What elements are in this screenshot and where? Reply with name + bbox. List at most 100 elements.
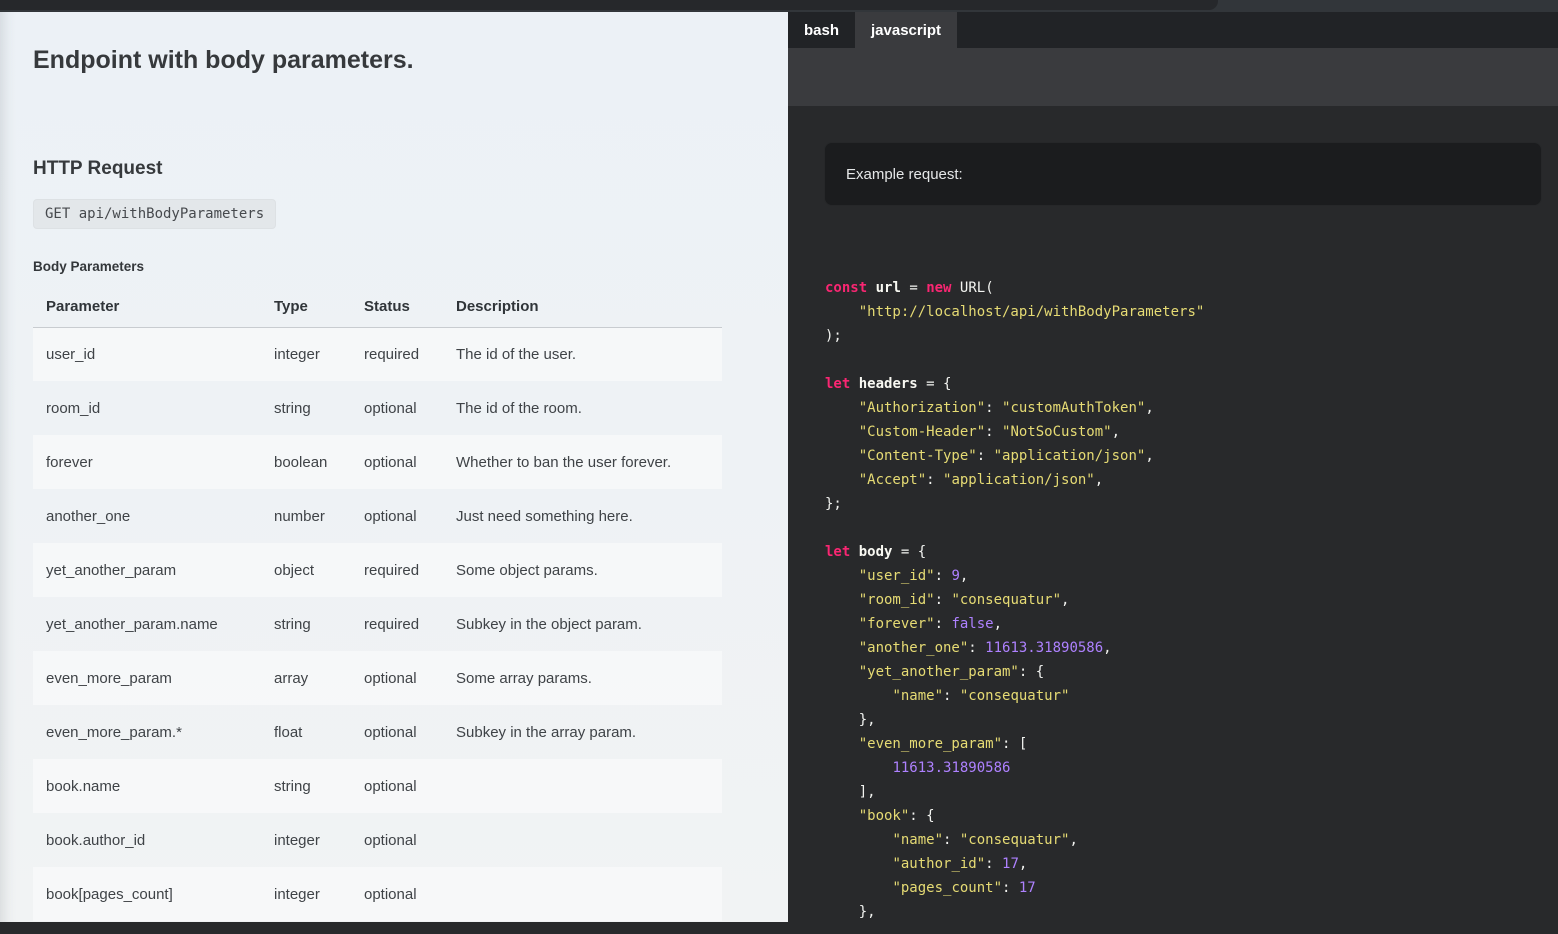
code-line: "Authorization": "customAuthToken",	[825, 396, 1558, 420]
table-cell	[443, 813, 722, 867]
table-cell: string	[261, 597, 351, 651]
code-line: ],	[825, 780, 1558, 804]
body-parameters-table: ParameterTypeStatusDescription user_idin…	[33, 287, 722, 921]
code-line: },	[825, 900, 1558, 924]
selected-tab-band	[788, 48, 1558, 106]
table-cell: integer	[261, 867, 351, 921]
table-cell: another_one	[33, 489, 261, 543]
table-cell: optional	[351, 705, 443, 759]
table-cell: yet_another_param	[33, 543, 261, 597]
code-line: let body = {	[825, 540, 1558, 564]
code-line: );	[825, 324, 1558, 348]
code-line: "another_one": 11613.31890586,	[825, 636, 1558, 660]
code-line: "book": {	[825, 804, 1558, 828]
table-cell: string	[261, 381, 351, 435]
table-cell: Some array params.	[443, 651, 722, 705]
endpoint-badge: GET api/withBodyParameters	[33, 199, 276, 229]
example-request-label: Example request:	[846, 166, 963, 183]
example-request-code: const url = new URL( "http://localhost/a…	[825, 276, 1558, 924]
table-cell: yet_another_param.name	[33, 597, 261, 651]
page-title: Endpoint with body parameters.	[33, 45, 788, 75]
code-line: "Content-Type": "application/json",	[825, 444, 1558, 468]
table-cell: string	[261, 759, 351, 813]
tab-javascript[interactable]: javascript	[855, 12, 957, 48]
code-line	[825, 516, 1558, 540]
table-row: book.author_idintegeroptional	[33, 813, 722, 867]
code-line: "http://localhost/api/withBodyParameters…	[825, 300, 1558, 324]
table-cell: boolean	[261, 435, 351, 489]
table-row: even_more_param.*floatoptionalSubkey in …	[33, 705, 722, 759]
table-cell	[443, 759, 722, 813]
table-row: yet_another_param.namestringrequiredSubk…	[33, 597, 722, 651]
code-line	[825, 348, 1558, 372]
code-line: "pages_count": 17	[825, 876, 1558, 900]
code-line: "forever": false,	[825, 612, 1558, 636]
code-line: "even_more_param": [	[825, 732, 1558, 756]
table-cell: object	[261, 543, 351, 597]
table-cell: Subkey in the object param.	[443, 597, 722, 651]
code-line: "room_id": "consequatur",	[825, 588, 1558, 612]
code-section: Example request: const url = new URL( "h…	[788, 106, 1558, 934]
table-header-row: ParameterTypeStatusDescription	[33, 287, 722, 327]
table-cell: even_more_param	[33, 651, 261, 705]
table-cell: array	[261, 651, 351, 705]
tab-bash[interactable]: bash	[788, 12, 855, 48]
table-cell: optional	[351, 813, 443, 867]
code-line: "author_id": 17,	[825, 852, 1558, 876]
table-cell: book.author_id	[33, 813, 261, 867]
table-cell: optional	[351, 381, 443, 435]
column-header: Description	[443, 287, 722, 327]
table-row: yet_another_paramobjectrequiredSome obje…	[33, 543, 722, 597]
column-header: Status	[351, 287, 443, 327]
code-line: "Custom-Header": "NotSoCustom",	[825, 420, 1558, 444]
column-header: Parameter	[33, 287, 261, 327]
code-line: "user_id": 9,	[825, 564, 1558, 588]
example-code-panel: bashjavascript Example request: const ur…	[788, 12, 1558, 922]
table-cell: integer	[261, 813, 351, 867]
table-cell: room_id	[33, 381, 261, 435]
table-cell: Subkey in the array param.	[443, 705, 722, 759]
table-cell: optional	[351, 759, 443, 813]
table-row: foreverbooleanoptionalWhether to ban the…	[33, 435, 722, 489]
table-cell: even_more_param.*	[33, 705, 261, 759]
code-line: 11613.31890586	[825, 756, 1558, 780]
table-cell: forever	[33, 435, 261, 489]
code-line: "yet_another_param": {	[825, 660, 1558, 684]
table-cell: The id of the room.	[443, 381, 722, 435]
code-line: };	[825, 492, 1558, 516]
body-parameters-label: Body Parameters	[33, 259, 788, 274]
language-tab-bar: bashjavascript	[788, 12, 1558, 48]
code-line: "Accept": "application/json",	[825, 468, 1558, 492]
top-strip-bar	[0, 0, 1218, 10]
code-line: "name": "consequatur"	[825, 684, 1558, 708]
table-cell: optional	[351, 489, 443, 543]
column-header: Type	[261, 287, 351, 327]
table-row: book[pages_count]integeroptional	[33, 867, 722, 921]
table-row: room_idstringoptionalThe id of the room.	[33, 381, 722, 435]
table-cell: Some object params.	[443, 543, 722, 597]
docs-content-panel: Endpoint with body parameters. HTTP Requ…	[0, 12, 788, 922]
table-row: user_idintegerrequiredThe id of the user…	[33, 327, 722, 381]
table-row: even_more_paramarrayoptionalSome array p…	[33, 651, 722, 705]
table-cell: number	[261, 489, 351, 543]
table-cell: book[pages_count]	[33, 867, 261, 921]
table-cell: required	[351, 597, 443, 651]
table-cell: Whether to ban the user forever.	[443, 435, 722, 489]
table-cell: optional	[351, 651, 443, 705]
table-cell: integer	[261, 327, 351, 381]
code-line: let headers = {	[825, 372, 1558, 396]
table-cell: optional	[351, 435, 443, 489]
table-cell: required	[351, 327, 443, 381]
table-row: another_onenumberoptionalJust need somet…	[33, 489, 722, 543]
table-row: book.namestringoptional	[33, 759, 722, 813]
table-cell: book.name	[33, 759, 261, 813]
table-cell: float	[261, 705, 351, 759]
table-cell: required	[351, 543, 443, 597]
example-request-box: Example request:	[824, 142, 1542, 206]
table-cell: Just need something here.	[443, 489, 722, 543]
table-cell	[443, 867, 722, 921]
http-request-heading: HTTP Request	[33, 158, 788, 180]
table-cell: The id of the user.	[443, 327, 722, 381]
code-line: },	[825, 708, 1558, 732]
code-line: "name": "consequatur",	[825, 828, 1558, 852]
